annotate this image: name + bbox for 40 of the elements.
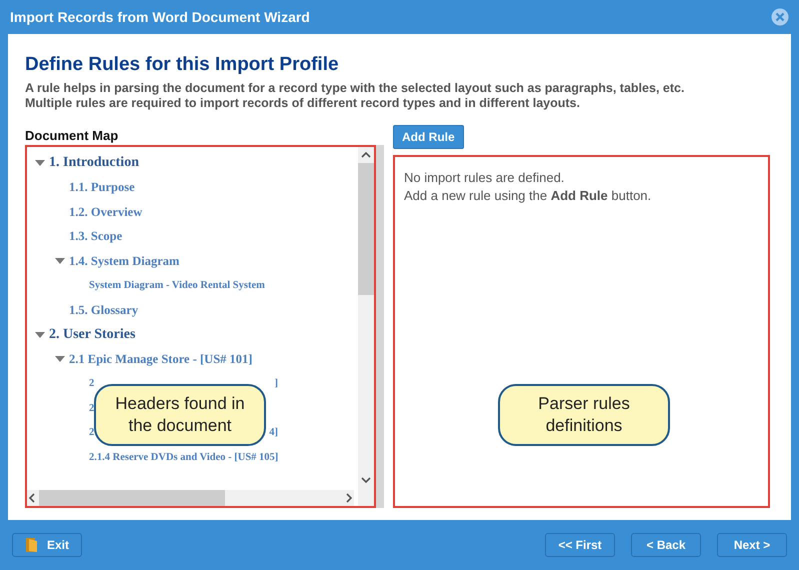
description-text: A rule helps in parsing the document for a record type with the selected layout such as paragraphs, tables, etc. Multiple rules are required to import records of different record types and in different layouts.	[25, 81, 686, 111]
expand-triangle-icon[interactable]	[55, 356, 65, 362]
scroll-down-icon[interactable]	[361, 476, 371, 484]
back-button[interactable]: < Back	[631, 533, 701, 557]
exit-button[interactable]: Exit	[12, 533, 82, 557]
tree-item[interactable]: 1.2. Overview	[69, 204, 142, 220]
add-rule-button[interactable]: Add Rule	[393, 125, 464, 149]
vertical-scrollbar[interactable]	[358, 147, 374, 506]
tree-item[interactable]: 2.1 Epic Manage Store - [US# 101]	[69, 352, 252, 367]
next-button[interactable]: Next >	[717, 533, 787, 557]
tree-item[interactable]: 2.1.4 Reserve DVDs and Video - [US# 105]	[89, 452, 278, 463]
tree-item[interactable]: 1.4. System Diagram	[69, 254, 180, 269]
horizontal-scrollbar[interactable]	[27, 490, 354, 506]
tree-item[interactable]: 1.5. Glossary	[69, 302, 138, 318]
expand-triangle-icon[interactable]	[55, 258, 65, 264]
tree-item[interactable]: 1.3. Scope	[69, 229, 122, 244]
tree-item[interactable]: 2. User Stories	[49, 326, 136, 343]
tree-item[interactable]: 2	[89, 378, 94, 390]
document-map-label: Document Map	[25, 126, 120, 145]
first-button[interactable]: << First	[545, 533, 615, 557]
scroll-up-icon[interactable]	[361, 151, 371, 159]
callout: Headers found in the document	[94, 384, 266, 446]
door-icon	[25, 537, 39, 553]
tree-item[interactable]: 2	[89, 427, 94, 438]
tree-item[interactable]: 1.1. Purpose	[69, 180, 135, 196]
tree-item[interactable]: 1. Introduction	[49, 155, 139, 172]
empty-message: No import rules are defined.	[404, 169, 566, 187]
scroll-left-icon[interactable]	[28, 493, 36, 503]
tree-item[interactable]: System Diagram - Video Rental System	[89, 280, 265, 292]
expand-triangle-icon[interactable]	[35, 332, 45, 338]
outer-scrollbar[interactable]	[376, 145, 384, 508]
callout: Parser rules definitions	[498, 384, 670, 446]
scroll-right-icon[interactable]	[345, 493, 353, 503]
tree-item-fragment[interactable]: 4]	[269, 427, 278, 438]
tree-item-fragment[interactable]: ]	[274, 378, 278, 390]
expand-triangle-icon[interactable]	[35, 160, 45, 166]
page-heading: Define Rules for this Import Profile	[25, 54, 340, 76]
window-title: Import Records from Word Document Wizard	[10, 9, 310, 25]
empty-message: Add a new rule using the Add Rule button.	[404, 187, 652, 205]
tree-item[interactable]: 2	[89, 402, 94, 414]
